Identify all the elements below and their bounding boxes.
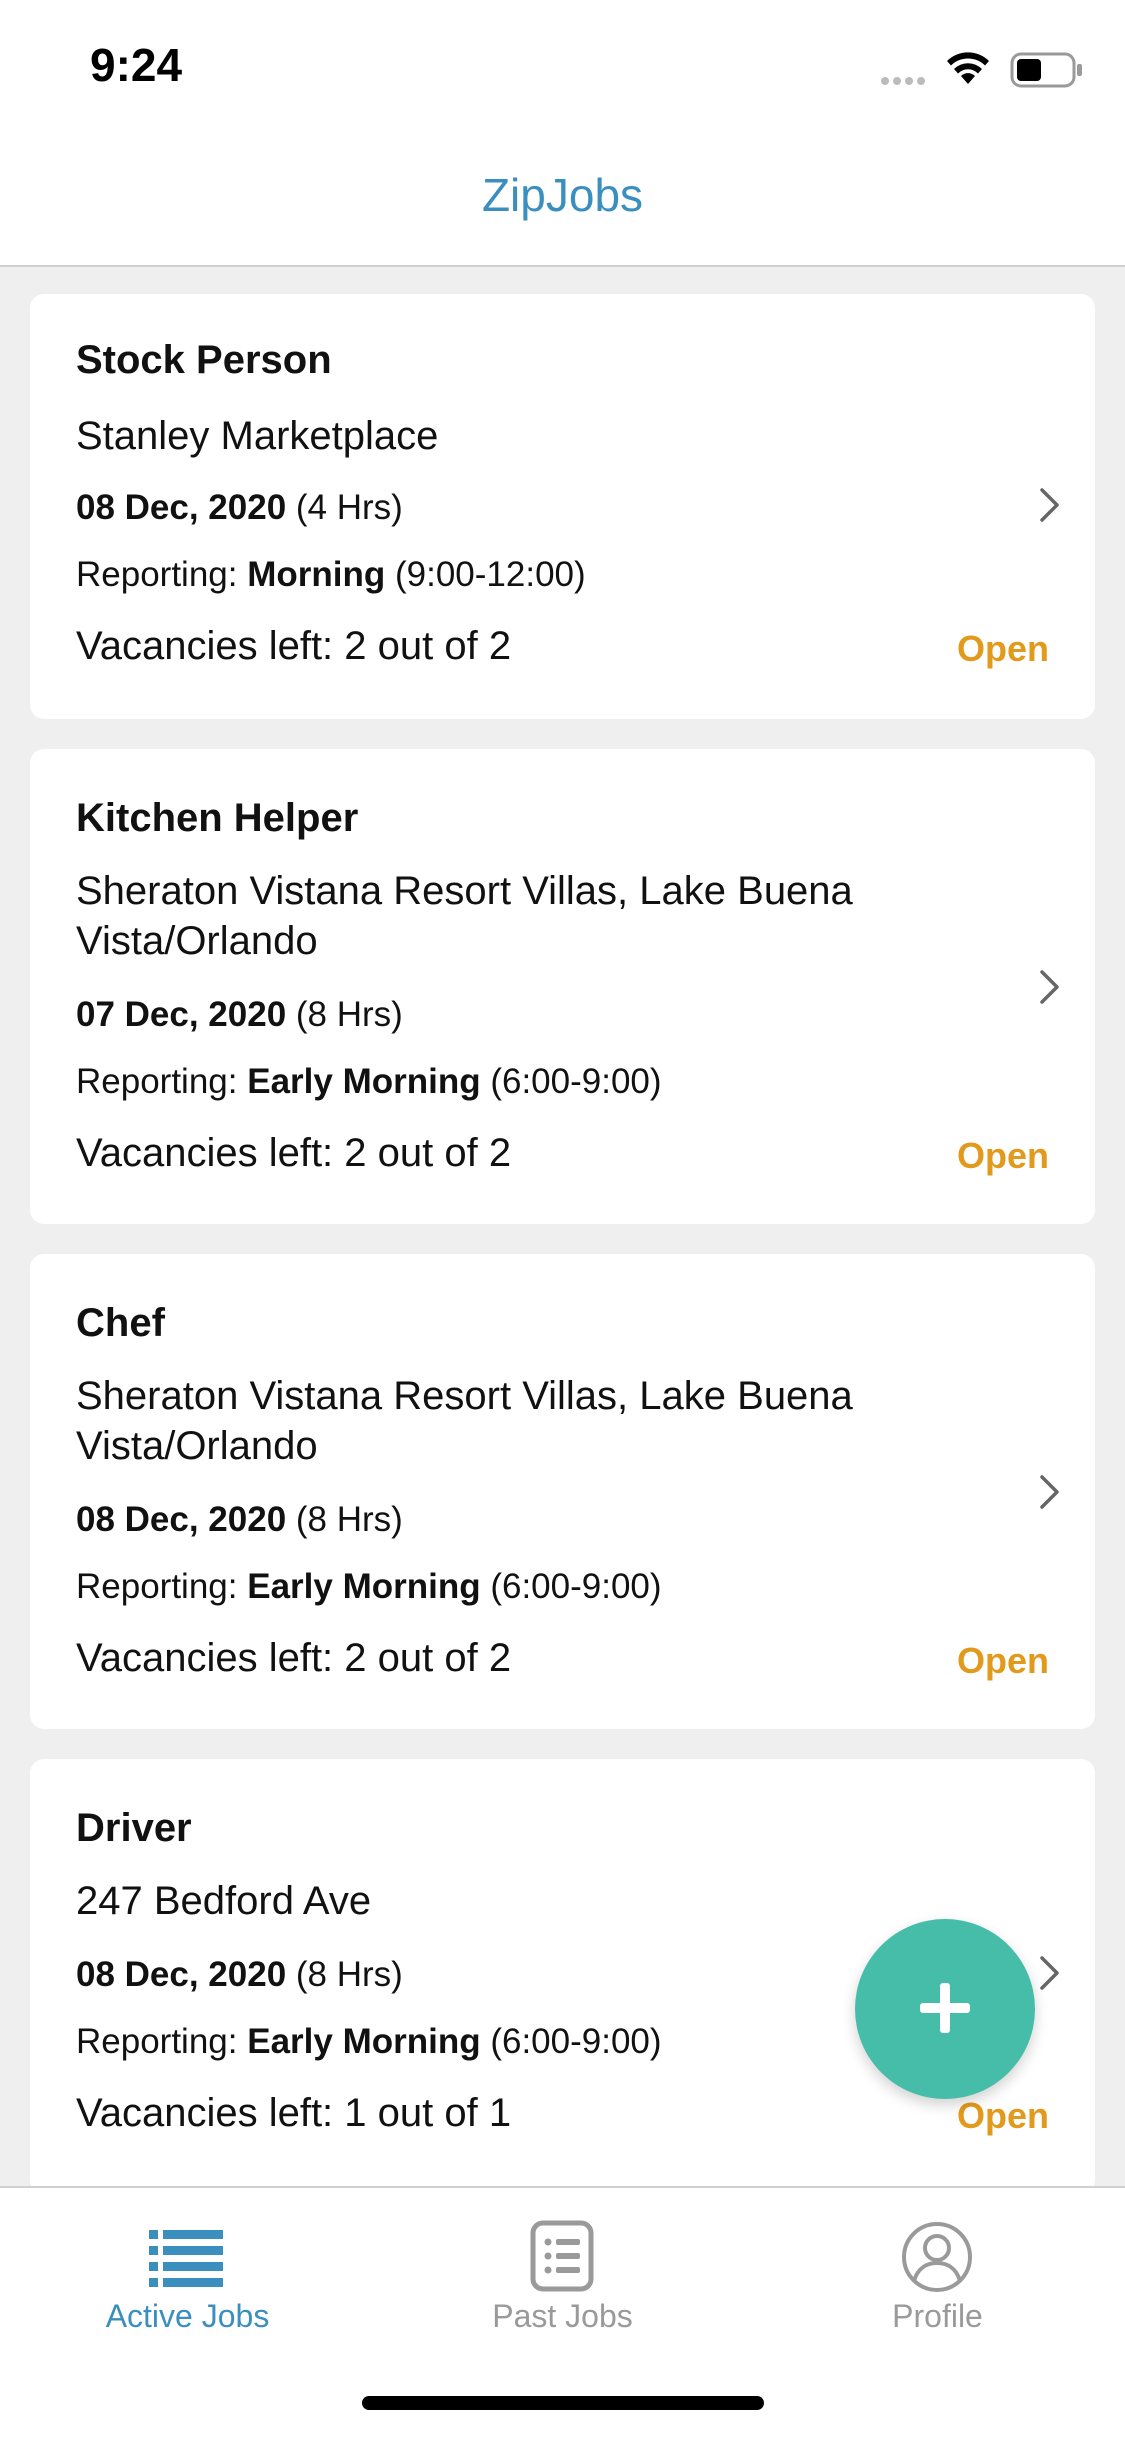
reporting-period: Early Morning [247,1062,481,1101]
job-vacancies: Vacancies left: 2 out of 2 [76,624,512,668]
tab-label: Active Jobs [105,2298,270,2334]
job-status-badge: Open [956,628,1049,669]
job-location: Sheraton Vistana Resort Villas, Lake Bue… [76,1374,853,1468]
job-vacancies: Vacancies left: 2 out of 2 [76,1131,512,1175]
tab-label: Past Jobs [492,2298,633,2334]
job-reporting-line: Reporting: Early Morning (6:00-9:00) [76,1567,662,1607]
reporting-time: (9:00-12:00) [394,555,586,594]
job-date-line: 08 Dec, 2020 (4 Hrs) [76,488,403,528]
job-date: 08 Dec, 2020 [76,1500,287,1539]
job-date: 07 Dec, 2020 [76,995,287,1034]
job-duration: (8 Hrs) [295,995,403,1034]
job-card-kitchen-helper[interactable]: Kitchen Helper Sheraton Vistana Resort V… [30,749,1095,1224]
job-location: Stanley Marketplace [76,414,439,458]
list-icon [149,2230,223,2287]
chevron-right-icon [1040,488,1059,522]
plus-icon [920,1983,970,2033]
tab-profile[interactable]: Profile [750,2188,1125,2358]
user-circle-icon [902,2222,972,2292]
reporting-period: Early Morning [247,2022,481,2061]
chevron-right-icon [1040,970,1059,1004]
job-vacancies: Vacancies left: 1 out of 1 [76,2091,512,2135]
reporting-label: Reporting: [76,1567,238,1606]
reporting-time: (6:00-9:00) [490,2022,662,2061]
reporting-label: Reporting: [76,555,238,594]
job-title: Driver [76,1806,192,1850]
job-duration: (4 Hrs) [295,488,403,527]
reporting-label: Reporting: [76,1062,238,1101]
reporting-time: (6:00-9:00) [490,1567,662,1606]
job-title: Chef [76,1301,165,1345]
navigation-bar: ZipJobs [0,130,1125,267]
job-date: 08 Dec, 2020 [76,1955,287,1994]
job-date-line: 08 Dec, 2020 (8 Hrs) [76,1955,403,1995]
job-status-badge: Open [956,1135,1049,1176]
job-date-line: 08 Dec, 2020 (8 Hrs) [76,1500,403,1540]
job-date: 08 Dec, 2020 [76,488,287,527]
home-indicator[interactable] [362,2396,764,2410]
battery-icon [1010,52,1082,88]
job-status-badge: Open [956,1640,1049,1681]
reporting-time: (6:00-9:00) [490,1062,662,1101]
tab-label: Profile [892,2298,983,2334]
job-reporting-line: Reporting: Early Morning (6:00-9:00) [76,2022,662,2062]
job-title: Kitchen Helper [76,796,359,840]
job-title: Stock Person [76,338,332,382]
job-date-line: 07 Dec, 2020 (8 Hrs) [76,995,403,1035]
job-vacancies: Vacancies left: 2 out of 2 [76,1636,512,1680]
status-time: 9:24 [90,39,183,91]
job-location: Sheraton Vistana Resort Villas, Lake Bue… [76,869,853,963]
tab-past-jobs[interactable]: Past Jobs [375,2188,750,2358]
job-reporting-line: Reporting: Morning (9:00-12:00) [76,555,586,595]
clipboard-list-icon [530,2220,594,2292]
add-job-button[interactable] [855,1919,1035,2099]
status-bar: 9:24 [0,0,1125,130]
wifi-icon [947,52,989,84]
job-duration: (8 Hrs) [295,1955,403,1994]
reporting-label: Reporting: [76,2022,238,2061]
reporting-period: Morning [247,555,386,594]
chevron-right-icon [1040,1956,1059,1990]
chevron-right-icon [1040,1475,1059,1509]
job-reporting-line: Reporting: Early Morning (6:00-9:00) [76,1062,662,1102]
app-title: ZipJobs [481,169,644,221]
job-list[interactable]: Stock Person Stanley Marketplace 08 Dec,… [0,267,1125,2186]
tab-active-jobs[interactable]: Active Jobs [0,2188,375,2358]
cellular-signal-icon [881,77,925,85]
job-card-stock-person[interactable]: Stock Person Stanley Marketplace 08 Dec,… [30,294,1095,719]
reporting-period: Early Morning [247,1567,481,1606]
job-duration: (8 Hrs) [295,1500,403,1539]
job-card-chef[interactable]: Chef Sheraton Vistana Resort Villas, Lak… [30,1254,1095,1729]
job-status-badge: Open [956,2095,1049,2136]
